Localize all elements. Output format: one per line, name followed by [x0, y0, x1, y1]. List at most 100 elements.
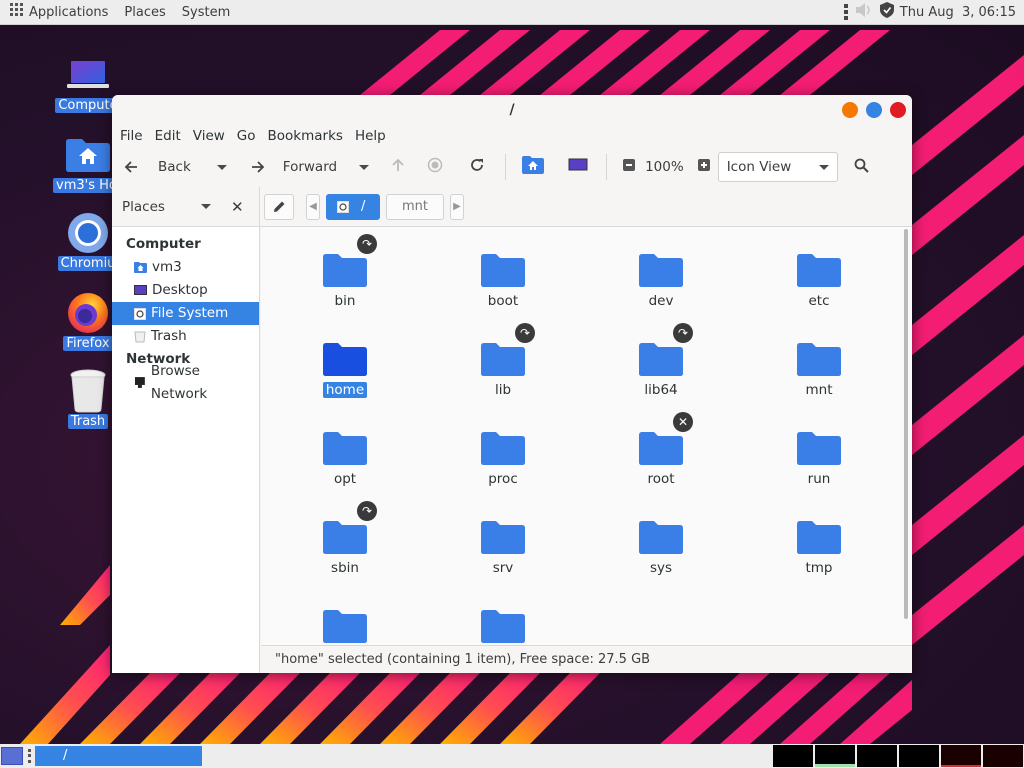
folder-item[interactable]: boot: [453, 237, 553, 309]
up-arrow-icon[interactable]: [391, 158, 405, 176]
sidebar-selector-value: Places: [122, 198, 165, 215]
folder-name: lib: [494, 382, 512, 398]
menu-view[interactable]: View: [187, 128, 231, 144]
breadcrumb-mnt[interactable]: mnt: [386, 193, 444, 220]
stop-icon[interactable]: [427, 157, 443, 177]
folder-item[interactable]: run: [769, 415, 869, 487]
sidebar-item-label: Trash: [151, 328, 187, 344]
symlink-emblem-icon: ↷: [357, 234, 377, 254]
toolbar-separator: [505, 154, 507, 180]
system-monitor-graph[interactable]: [941, 745, 981, 767]
edit-location-button[interactable]: [264, 193, 294, 220]
folder-item[interactable]: tmp: [769, 504, 869, 576]
folder-item[interactable]: proc: [453, 415, 553, 487]
folder-item[interactable]: mnt: [769, 326, 869, 398]
sidebar-item-desktop[interactable]: Desktop: [112, 279, 259, 302]
close-sidebar-icon[interactable]: ✕: [231, 198, 244, 216]
forward-button[interactable]: Forward: [251, 159, 337, 175]
folder-item[interactable]: dev: [611, 237, 711, 309]
folder-item[interactable]: etc: [769, 237, 869, 309]
reload-icon[interactable]: [469, 157, 485, 177]
desktop-icon-label: Compute: [55, 98, 121, 113]
folder-item[interactable]: srv: [453, 504, 553, 576]
search-icon[interactable]: [854, 158, 869, 177]
chromium-icon: [65, 210, 111, 256]
folder-name: run: [807, 471, 831, 487]
symlink-emblem-icon: ↷: [673, 323, 693, 343]
workspace-2[interactable]: [815, 745, 855, 767]
cpu-monitor-graph[interactable]: [983, 745, 1023, 767]
scrollbar[interactable]: [904, 229, 908, 619]
folder-item[interactable]: opt: [295, 415, 395, 487]
panel-handle-icon[interactable]: [28, 749, 31, 763]
pencil-icon: [274, 201, 285, 212]
zoom-in-icon[interactable]: [697, 159, 710, 175]
overflow-icon[interactable]: [843, 4, 848, 20]
minimize-button[interactable]: [842, 102, 858, 118]
location-bar: Places ✕ ◀ / mnt ▶: [112, 186, 912, 227]
back-history-chevron-down-icon[interactable]: [216, 164, 227, 170]
forward-history-chevron-down-icon[interactable]: [359, 164, 370, 170]
close-button[interactable]: [890, 102, 906, 118]
home-icon[interactable]: [522, 156, 545, 178]
sidebar-selector[interactable]: Places ✕: [112, 186, 260, 227]
menu-file[interactable]: File: [114, 128, 149, 144]
menu-help[interactable]: Help: [349, 128, 392, 144]
folder-name: proc: [488, 471, 518, 487]
back-button[interactable]: Back: [124, 159, 191, 175]
shield-icon[interactable]: [879, 2, 894, 22]
workspace-1[interactable]: [773, 745, 813, 767]
folder-name: srv: [492, 560, 514, 576]
volume-icon[interactable]: [854, 2, 874, 22]
sidebar-item-file-system[interactable]: File System: [112, 302, 259, 325]
menu-bookmarks[interactable]: Bookmarks: [262, 128, 349, 144]
sidebar-item-label: Browse Network: [150, 362, 208, 402]
places-menu[interactable]: Places: [116, 0, 173, 25]
clock[interactable]: Thu Aug 3, 06:15: [900, 5, 1016, 20]
folder-item[interactable]: ↷ lib: [453, 323, 553, 398]
folder-item[interactable]: ↷ sbin: [295, 501, 395, 576]
folder-item[interactable]: usr: [295, 593, 395, 645]
show-desktop-button[interactable]: [1, 747, 23, 765]
system-menu[interactable]: System: [174, 0, 238, 25]
computer-icon[interactable]: [568, 158, 588, 176]
zoom-out-icon[interactable]: [623, 159, 636, 175]
places-sidebar: Computer vm3 Desktop File System Trash N…: [112, 227, 260, 673]
sidebar-item-vm3[interactable]: vm3: [112, 256, 259, 279]
apps-grid-icon[interactable]: [0, 0, 27, 25]
menu-edit[interactable]: Edit: [149, 128, 187, 144]
sidebar-item-trash[interactable]: Trash: [112, 325, 259, 348]
folder-item[interactable]: home: [295, 326, 395, 398]
trash-icon: [134, 331, 146, 343]
folder-item[interactable]: ✕ root: [611, 412, 711, 487]
workspace-3[interactable]: [857, 745, 897, 767]
folder-icon: [481, 520, 525, 554]
folder-icon: [639, 431, 683, 465]
taskbar-item-file-manager[interactable]: /: [35, 746, 202, 766]
folder-item[interactable]: ↷ lib64: [611, 323, 711, 398]
title-bar[interactable]: /: [112, 95, 912, 125]
file-icon-view[interactable]: ↷ bin boot dev etc home ↷ lib ↷ lib64 mnt opt proc ✕ r…: [261, 227, 912, 645]
folder-item[interactable]: ↷ bin: [295, 234, 395, 309]
view-mode-select[interactable]: Icon View: [717, 152, 838, 182]
bottom-panel: /: [0, 744, 1024, 768]
breadcrumb-root[interactable]: /: [326, 193, 380, 220]
folder-icon: [797, 431, 841, 465]
sidebar-item-label: vm3: [152, 259, 182, 275]
folder-item[interactable]: sys: [611, 504, 711, 576]
folder-name: boot: [487, 293, 519, 309]
folder-item[interactable]: var: [453, 593, 553, 645]
maximize-button[interactable]: [866, 102, 882, 118]
folder-name: mnt: [805, 382, 833, 398]
toolbar: Back Forward 100% Icon View: [112, 147, 912, 187]
taskbar-item-label: /: [63, 748, 68, 763]
path-scroll-right[interactable]: ▶: [450, 193, 464, 220]
sidebar-item-browse-network[interactable]: Browse Network: [112, 363, 259, 402]
drive-icon: [134, 307, 146, 320]
workspace-4[interactable]: [899, 745, 939, 767]
menu-go[interactable]: Go: [231, 128, 262, 144]
applications-menu[interactable]: Applications: [27, 0, 116, 25]
path-scroll-left[interactable]: ◀: [306, 193, 320, 220]
computer-icon: [65, 52, 111, 98]
home-folder-icon: [65, 132, 111, 178]
